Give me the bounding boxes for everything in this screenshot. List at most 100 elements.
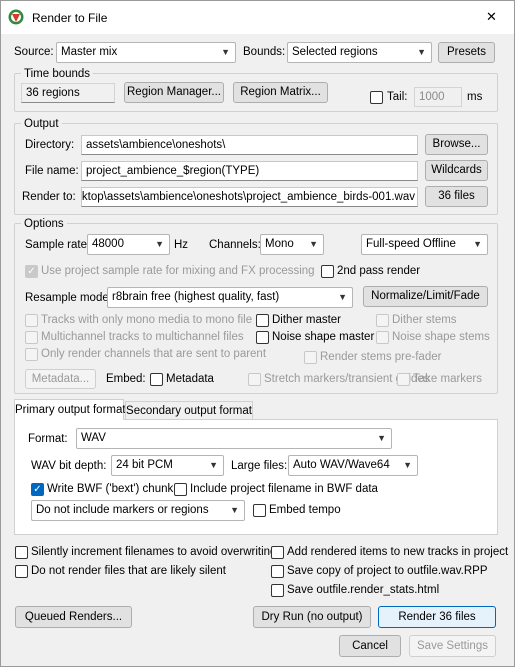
bounds-value: Selected regions (292, 46, 378, 58)
sample-rate-value: 48000 (92, 238, 124, 250)
time-bounds-title: Time bounds (21, 67, 94, 81)
largefiles-value: Auto WAV/Wave64 (293, 459, 390, 471)
render-dialog: Render to File ✕ Source: Master mix ▼ Bou… (0, 0, 515, 667)
include-filename-checkbox[interactable] (174, 483, 187, 496)
bounds-label: Bounds: (243, 46, 286, 58)
normalize-button[interactable]: Normalize/Limit/Fade (363, 286, 488, 307)
save-copy-checkbox[interactable] (271, 565, 284, 578)
options-title: Options (21, 217, 67, 231)
renderto-label: Render to: (22, 191, 76, 203)
region-manager-button[interactable]: Region Manager... (124, 82, 224, 103)
bounds-select[interactable]: Selected regions ▼ (287, 42, 432, 63)
only-parent-checkbox[interactable] (25, 348, 38, 361)
format-label: Format: (28, 433, 68, 445)
silently-increment-checkbox[interactable] (15, 546, 28, 559)
bitdepth-select[interactable]: 24 bit PCM ▼ (111, 455, 224, 476)
take-markers-checkbox[interactable] (397, 373, 410, 386)
largefiles-select[interactable]: Auto WAV/Wave64 ▼ (288, 455, 418, 476)
directory-input[interactable]: assets\ambience\oneshots\ (81, 135, 418, 155)
do-not-render-silent-label: Do not render files that are likely sile… (31, 565, 226, 577)
tab-secondary-format[interactable]: Secondary output format (125, 401, 253, 419)
format-select[interactable]: WAV ▼ (76, 428, 392, 449)
embed-label: Embed: (106, 373, 146, 385)
filename-label: File name: (25, 165, 79, 177)
filename-input[interactable]: project_ambience_$region(TYPE) (81, 161, 418, 181)
stretch-markers-checkbox[interactable] (248, 373, 261, 386)
sample-rate-select[interactable]: 48000 ▼ (87, 234, 170, 255)
save-copy-label: Save copy of project to outfile.wav.RPP (287, 565, 488, 577)
silently-increment-label: Silently increment filenames to avoid ov… (31, 546, 277, 558)
noise-master-label: Noise shape master (272, 331, 375, 343)
tail-checkbox[interactable] (370, 91, 383, 104)
title-bar: Render to File ✕ (1, 1, 514, 34)
largefiles-label: Large files: (231, 460, 288, 472)
chevron-down-icon: ▼ (209, 460, 218, 470)
use-project-rate-checkbox[interactable]: ✓ (25, 265, 38, 278)
chevron-down-icon: ▼ (221, 47, 230, 57)
dry-run-button[interactable]: Dry Run (no output) (253, 606, 371, 628)
hz-label: Hz (174, 239, 189, 251)
embed-metadata-checkbox[interactable] (150, 373, 163, 386)
chevron-down-icon: ▼ (230, 505, 239, 515)
channels-select[interactable]: Mono ▼ (260, 234, 324, 255)
dither-stems-checkbox[interactable] (376, 314, 389, 327)
resample-value: r8brain free (highest quality, fast) (112, 291, 280, 303)
source-select[interactable]: Master mix ▼ (56, 42, 236, 63)
take-markers-label: Take markers (413, 373, 483, 385)
save-settings-button[interactable]: Save Settings (409, 635, 496, 657)
dither-stems-label: Dither stems (392, 314, 457, 326)
save-stats-checkbox[interactable] (271, 584, 284, 597)
markers-select[interactable]: Do not include markers or regions ▼ (31, 500, 245, 521)
do-not-render-silent-checkbox[interactable] (15, 565, 28, 578)
second-pass-checkbox[interactable] (321, 265, 334, 278)
embed-tempo-label: Embed tempo (269, 504, 341, 516)
browse-button[interactable]: Browse... (425, 134, 488, 155)
write-bwf-label: Write BWF ('bext') chunk (47, 483, 174, 495)
output-title: Output (21, 117, 62, 131)
renderto-path: Desktop\assets\ambience\oneshots\project… (81, 187, 418, 207)
use-project-rate-label: Use project sample rate for mixing and F… (41, 265, 315, 277)
embed-tempo-checkbox[interactable] (253, 504, 266, 517)
tail-input[interactable]: 1000 (414, 87, 462, 107)
stems-prefader-label: Render stems pre-fader (320, 351, 442, 363)
chevron-down-icon: ▼ (377, 433, 386, 443)
region-matrix-button[interactable]: Region Matrix... (233, 82, 328, 103)
dither-master-checkbox[interactable] (256, 314, 269, 327)
reaper-logo-icon (8, 9, 24, 25)
tail-label: Tail: (387, 91, 408, 103)
regions-count-field: 36 regions (21, 83, 115, 103)
noise-master-checkbox[interactable] (256, 331, 269, 344)
source-label: Source: (14, 46, 54, 58)
resample-select[interactable]: r8brain free (highest quality, fast) ▼ (107, 287, 353, 308)
queued-renders-button[interactable]: Queued Renders... (15, 606, 132, 628)
render-button[interactable]: Render 36 files (378, 606, 496, 628)
add-rendered-checkbox[interactable] (271, 546, 284, 559)
tracks-mono-label: Tracks with only mono media to mono file (41, 314, 253, 326)
dither-master-label: Dither master (272, 314, 342, 326)
cancel-button[interactable]: Cancel (339, 635, 401, 657)
chevron-down-icon: ▼ (309, 239, 318, 249)
add-rendered-label: Add rendered items to new tracks in proj… (287, 546, 509, 558)
directory-label: Directory: (25, 139, 75, 151)
stems-prefader-checkbox[interactable] (304, 351, 317, 364)
multichannel-checkbox[interactable] (25, 331, 38, 344)
tracks-mono-checkbox[interactable] (25, 314, 38, 327)
channels-label: Channels: (209, 239, 261, 251)
only-parent-label: Only render channels that are sent to pa… (41, 348, 267, 360)
chevron-down-icon: ▼ (403, 460, 412, 470)
chevron-down-icon: ▼ (338, 292, 347, 302)
wildcards-button[interactable]: Wildcards (425, 160, 488, 181)
render-speed-select[interactable]: Full-speed Offline ▼ (361, 234, 488, 255)
metadata-button[interactable]: Metadata... (25, 369, 96, 389)
noise-stems-checkbox[interactable] (376, 331, 389, 344)
files-count-button[interactable]: 36 files (425, 186, 488, 207)
tab-primary-format[interactable]: Primary output format (14, 399, 126, 420)
embed-metadata-label: Metadata (166, 373, 214, 385)
chevron-down-icon: ▼ (417, 47, 426, 57)
source-value: Master mix (61, 46, 118, 58)
presets-button[interactable]: Presets (438, 42, 495, 63)
noise-stems-label: Noise shape stems (392, 331, 490, 343)
close-icon[interactable]: ✕ (486, 9, 497, 25)
format-value: WAV (81, 432, 106, 444)
write-bwf-checkbox[interactable]: ✓ (31, 483, 44, 496)
